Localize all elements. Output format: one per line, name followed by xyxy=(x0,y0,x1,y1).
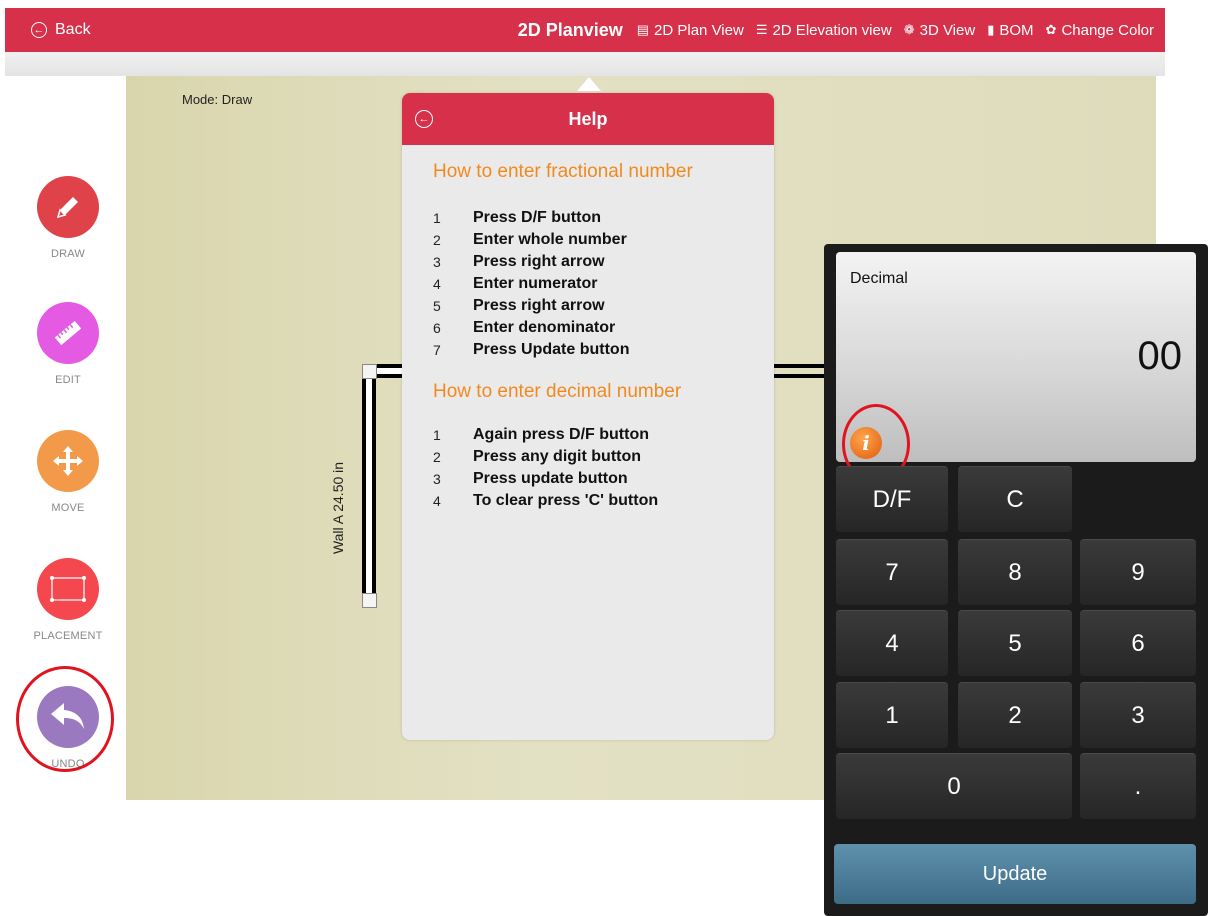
fraction-heading: How to enter fractional number xyxy=(433,161,693,182)
mode-indicator: Mode: Draw xyxy=(182,92,253,107)
list-item: 4 Enter numerator xyxy=(433,275,598,292)
list-item: 6 Enter denominator xyxy=(433,319,616,336)
list-item: 3 Press update button xyxy=(433,470,628,487)
nav-bom[interactable]: ▮ BOM xyxy=(987,22,1033,39)
tool-placement[interactable]: PLACEMENT xyxy=(10,558,126,642)
help-dialog: ← Help How to enter fractional number 1P… xyxy=(402,93,774,740)
digit-0-button[interactable]: 0 xyxy=(836,753,1072,819)
ruler-icon[interactable] xyxy=(37,302,99,364)
highlight-circle xyxy=(16,666,114,772)
df-toggle-button[interactable]: D/F xyxy=(836,466,948,532)
list-item: 3 Press right arrow xyxy=(433,253,605,270)
list-item: 2 Enter whole number xyxy=(433,231,627,248)
nav-label: Change Color xyxy=(1061,21,1154,39)
digit-8-button[interactable]: 8 xyxy=(958,539,1072,605)
nav-3d-view[interactable]: ❁ 3D View xyxy=(904,22,976,39)
wall-segment-horizontal[interactable] xyxy=(773,364,825,378)
digit-5-button[interactable]: 5 xyxy=(958,610,1072,676)
decimal-heading: How to enter decimal number xyxy=(433,381,682,402)
page-title: 2D Planview xyxy=(517,19,623,40)
back-arrow-icon[interactable]: ← xyxy=(415,110,433,128)
placement-rect-icon[interactable] xyxy=(37,558,99,620)
keypad-display: Decimal 00 i xyxy=(836,252,1196,484)
tool-label: PLACEMENT xyxy=(33,630,103,642)
list-item: 1 Again press D/F button xyxy=(433,426,649,443)
elevation-view-icon: ☰ xyxy=(755,22,768,37)
digit-2-button[interactable]: 2 xyxy=(958,682,1072,748)
digit-7-button[interactable]: 7 xyxy=(836,539,948,605)
tool-label: MOVE xyxy=(51,502,85,514)
wall-segment-horizontal[interactable] xyxy=(376,364,402,378)
help-header: ← Help xyxy=(402,93,774,145)
plan-view-icon: ▤ xyxy=(636,22,650,37)
document-icon: ▮ xyxy=(987,22,995,37)
digit-6-button[interactable]: 6 xyxy=(1080,610,1196,676)
tool-label: EDIT xyxy=(55,374,81,386)
tool-move[interactable]: MOVE xyxy=(10,430,126,514)
nav-2d-plan-view[interactable]: ▤ 2D Plan View xyxy=(637,22,744,39)
pencil-icon[interactable] xyxy=(37,176,99,238)
view-nav: 2D Planview ▤ 2D Plan View ☰ 2D Elevatio… xyxy=(518,8,1154,52)
list-item: 1 Press D/F button xyxy=(433,209,602,226)
tool-sidebar: DRAW EDIT MOVE PLACEMENT UNDO xyxy=(10,76,126,800)
clear-button[interactable]: C xyxy=(958,466,1072,532)
input-mode-label: Decimal xyxy=(850,270,908,287)
popover-pointer xyxy=(577,77,601,91)
back-label: Back xyxy=(55,21,91,38)
tool-draw[interactable]: DRAW xyxy=(10,176,126,260)
nav-label: 3D View xyxy=(919,21,976,39)
3d-view-icon: ❁ xyxy=(903,22,915,37)
wall-handle[interactable] xyxy=(362,593,377,608)
help-title: Help xyxy=(568,108,608,129)
list-item: 4 To clear press 'C' button xyxy=(433,492,659,509)
palette-icon: ✿ xyxy=(1045,22,1057,37)
tool-label: DRAW xyxy=(51,248,85,260)
decimal-point-button[interactable]: . xyxy=(1080,753,1196,819)
wall-dimension-label: Wall A 24.50 in xyxy=(330,461,346,555)
numeric-keypad: Decimal 00 i D/F C 7 8 9 4 5 6 1 2 3 0 .… xyxy=(824,244,1208,916)
nav-change-color[interactable]: ✿ Change Color xyxy=(1046,22,1154,39)
list-item: 7 Press Update button xyxy=(433,341,630,358)
sub-header-band xyxy=(5,52,1165,76)
list-item: 2 Press any digit button xyxy=(433,448,642,465)
move-arrows-icon[interactable] xyxy=(37,430,99,492)
nav-label: 2D Plan View xyxy=(654,21,744,39)
digit-3-button[interactable]: 3 xyxy=(1080,682,1196,748)
decimal-steps: 1 Again press D/F button 2 Press any digit… xyxy=(433,424,658,512)
nav-2d-elevation-view[interactable]: ☰ 2D Elevation view xyxy=(756,22,892,39)
digit-4-button[interactable]: 4 xyxy=(836,610,948,676)
digit-1-button[interactable]: 1 xyxy=(836,682,948,748)
top-bar: ← Back 2D Planview ▤ 2D Plan View ☰ 2D E… xyxy=(5,8,1165,52)
wall-segment-vertical[interactable] xyxy=(362,364,376,602)
wall-handle[interactable] xyxy=(362,364,377,379)
nav-label: 2D Elevation view xyxy=(772,21,892,39)
input-value: 00 xyxy=(1137,334,1183,378)
fraction-steps: 1 Press D/F button 2 Enter whole number 3P… xyxy=(433,207,629,361)
update-button[interactable]: Update xyxy=(834,844,1196,904)
digit-9-button[interactable]: 9 xyxy=(1080,539,1196,605)
back-arrow-icon: ← xyxy=(31,22,47,38)
back-button[interactable]: ← Back xyxy=(31,8,91,52)
tool-edit[interactable]: EDIT xyxy=(10,302,126,386)
nav-label: BOM xyxy=(999,21,1034,39)
list-item: 5 Press right arrow xyxy=(433,297,605,314)
